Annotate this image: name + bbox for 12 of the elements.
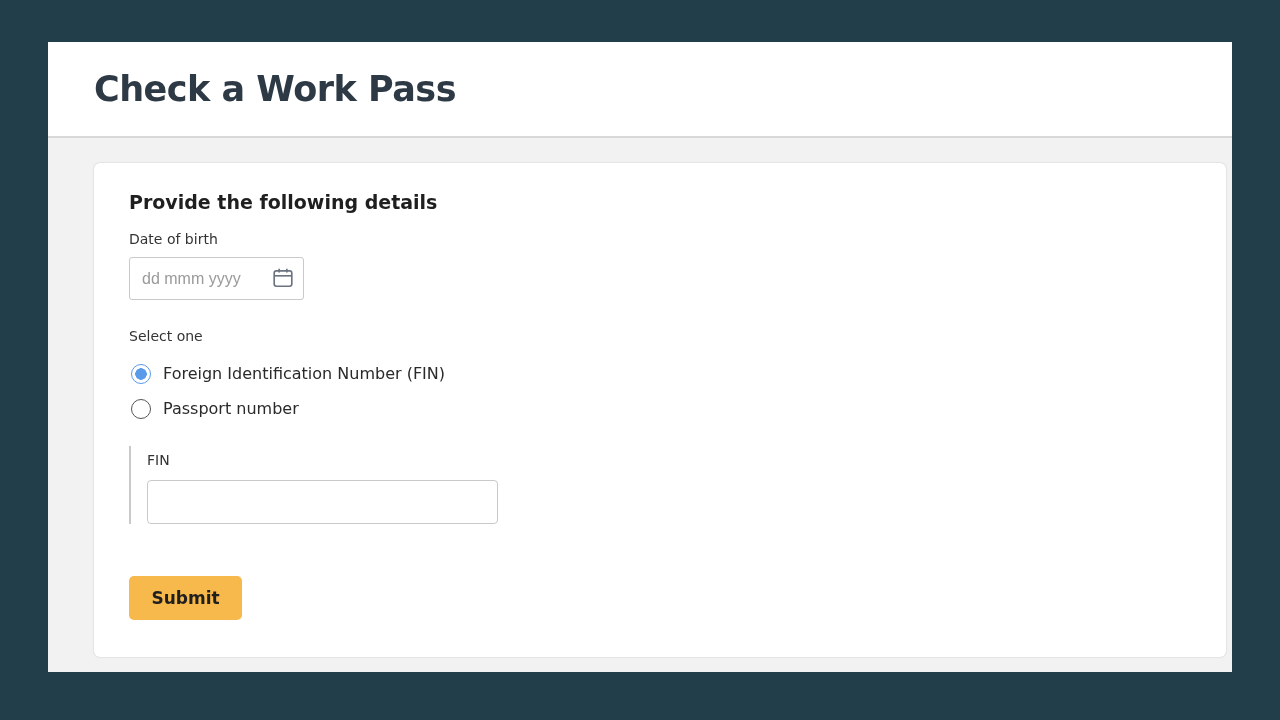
radio-label[interactable]: Foreign Identification Number (FIN)	[163, 364, 446, 383]
date-field[interactable]: dd mmm yyyy	[129, 257, 304, 300]
field-label: Date of birth	[129, 231, 219, 247]
form-heading: Provide the following details	[129, 191, 439, 213]
text-field[interactable]	[147, 480, 498, 524]
radio-button[interactable]	[131, 363, 151, 384]
submit-button[interactable]: Submit	[129, 576, 242, 620]
field-label: Select one	[129, 328, 204, 344]
field-label: FIN	[147, 452, 171, 468]
page-title: Check a Work Pass	[94, 69, 456, 109]
radio-label[interactable]: Passport number	[163, 399, 299, 418]
calendar-icon[interactable]	[272, 267, 294, 289]
